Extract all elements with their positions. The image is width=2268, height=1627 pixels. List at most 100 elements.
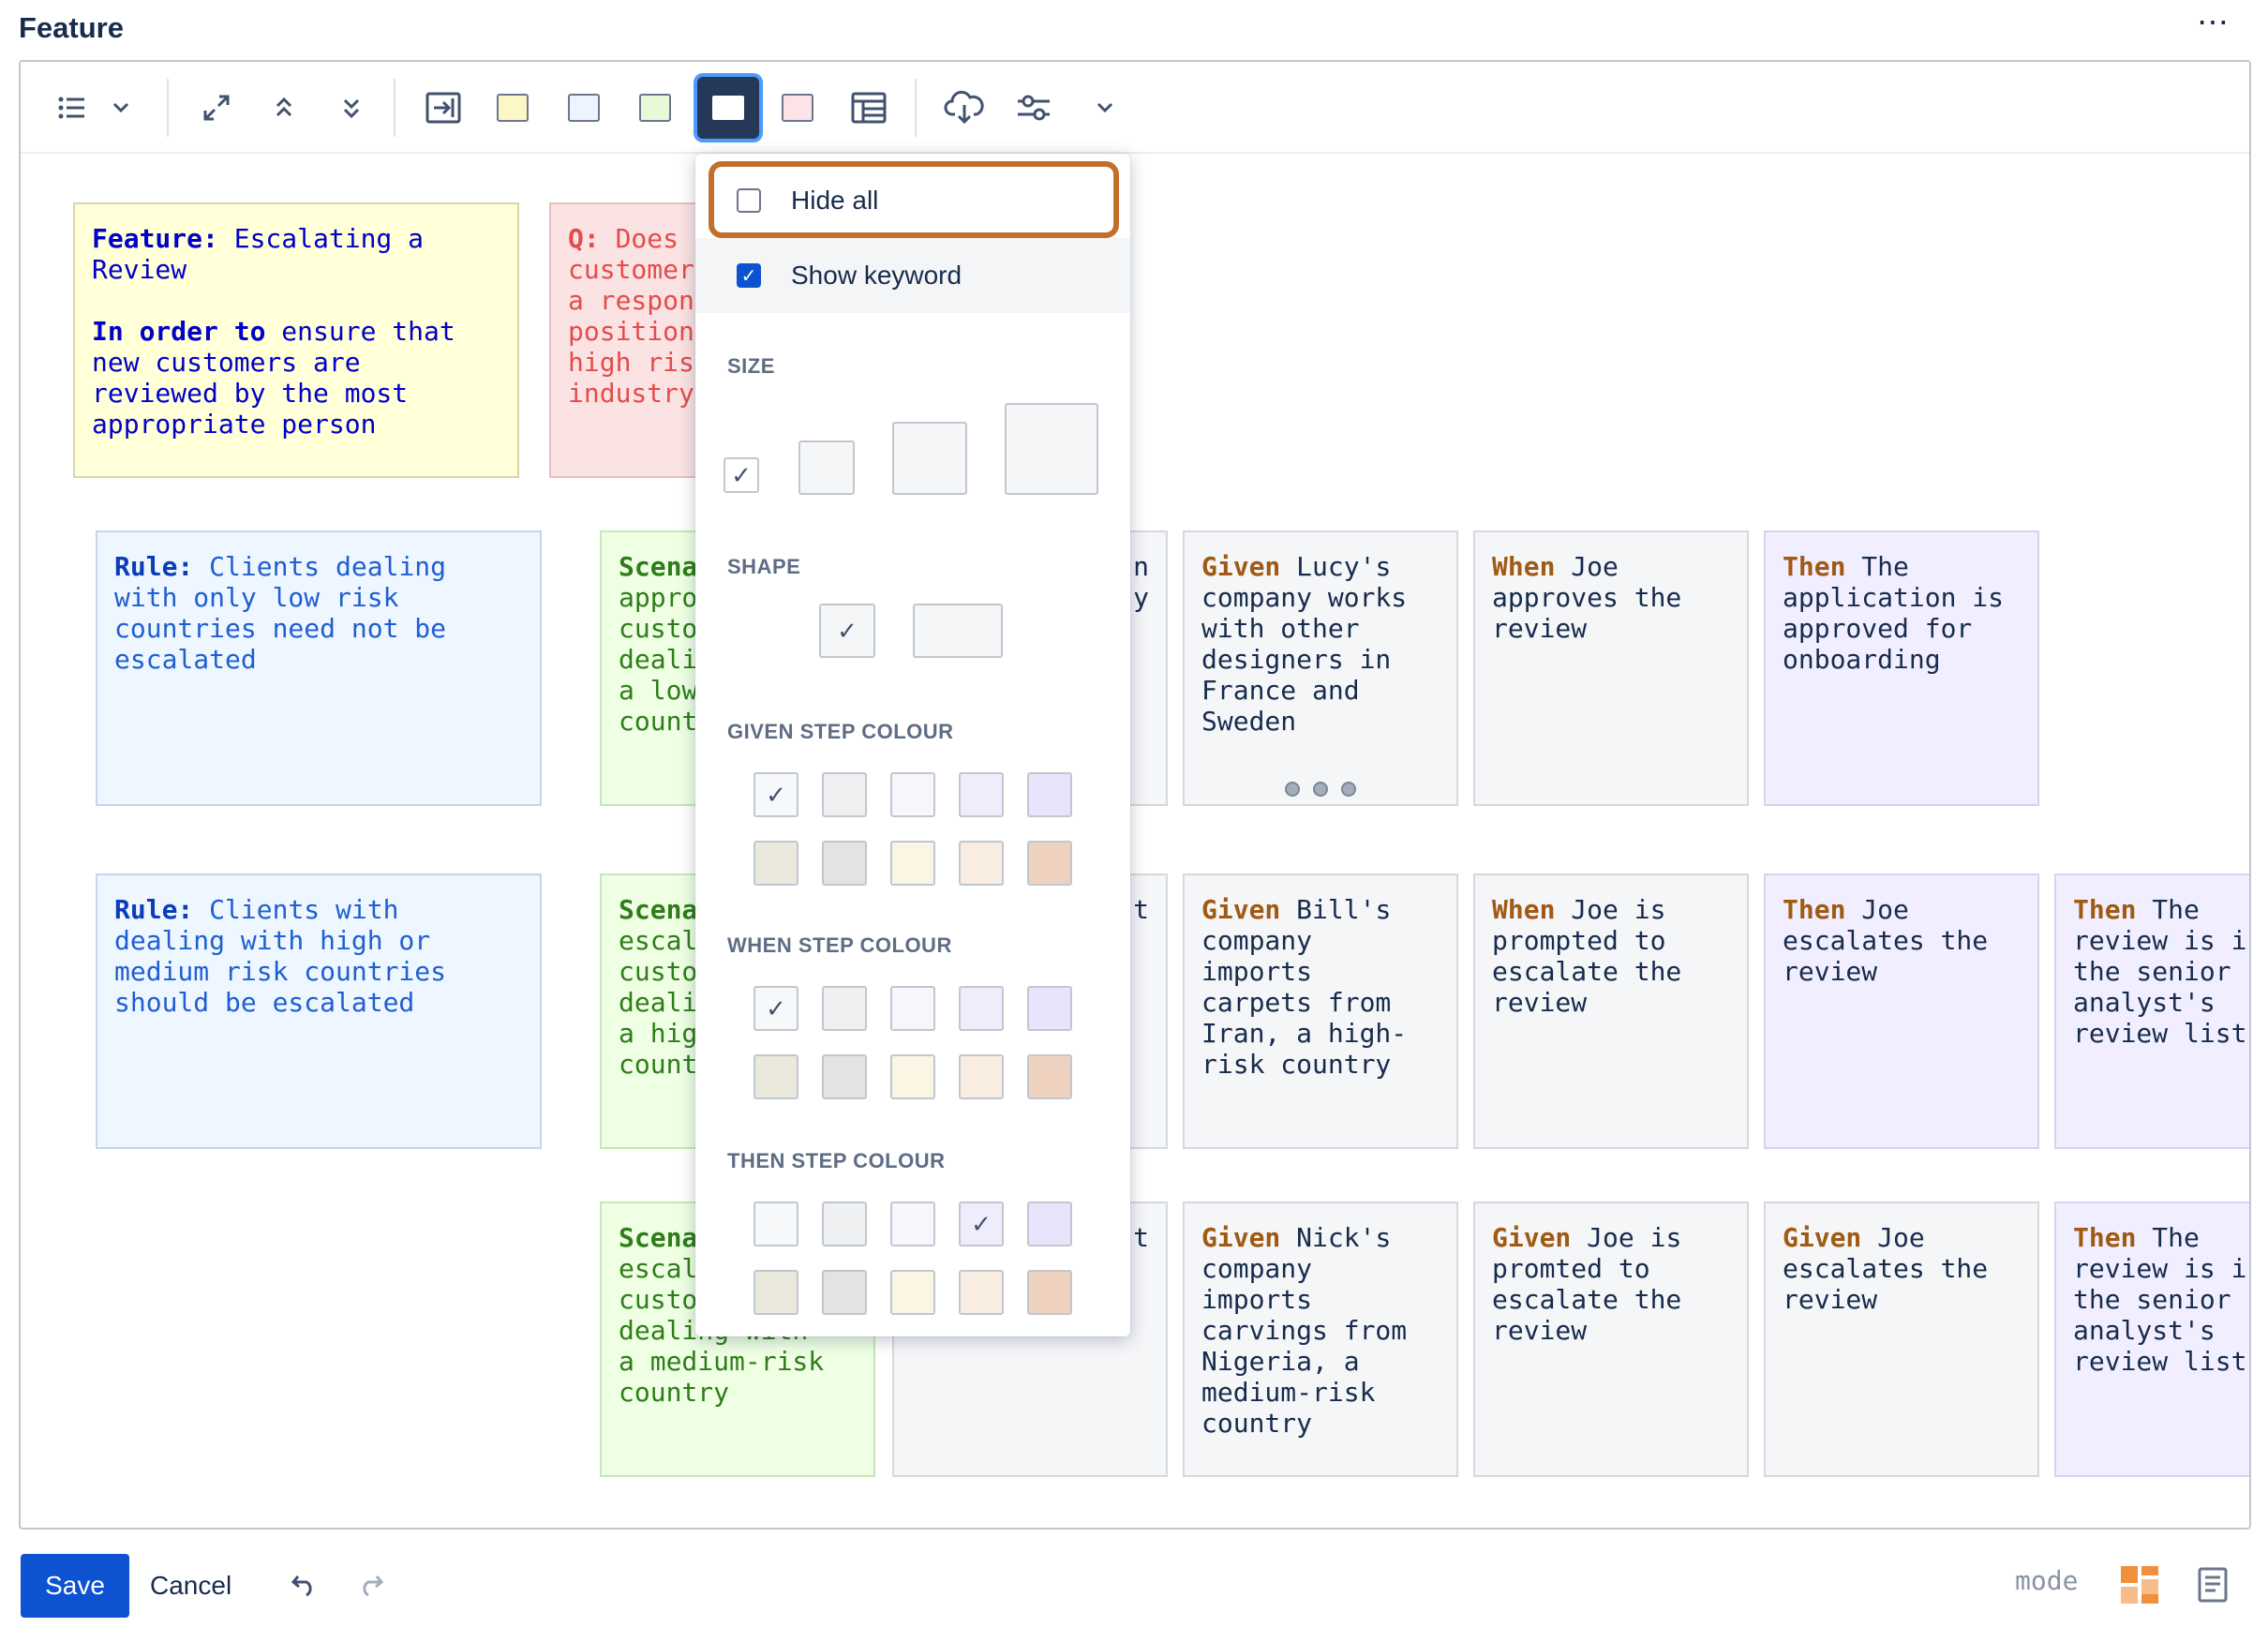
given-colour-swatch[interactable] — [959, 841, 1004, 886]
chevron-down-icon[interactable] — [96, 82, 146, 133]
highlight-outline — [709, 161, 1119, 238]
feature-card[interactable]: Feature: Escalating a Review In order to… — [73, 202, 519, 478]
size-large-option[interactable] — [892, 422, 967, 495]
when-colour-swatch[interactable] — [1027, 1054, 1072, 1099]
more-dots-icon[interactable] — [1185, 782, 1456, 797]
document-mode-icon[interactable] — [2189, 1561, 2236, 1608]
size-small-option[interactable]: ✓ — [724, 457, 759, 493]
export-icon[interactable] — [418, 82, 469, 133]
cloud-download-icon[interactable] — [939, 82, 990, 133]
toolbar — [21, 62, 2249, 154]
cancel-button[interactable]: Cancel — [150, 1554, 231, 1618]
step-text: Nick's company imports carvings from Nig… — [1201, 1222, 1408, 1439]
given-colour-swatch[interactable] — [890, 841, 935, 886]
given-colour-swatch[interactable]: ✓ — [754, 772, 798, 817]
given-step-card[interactable]: Given Joe escalates the review — [1764, 1202, 2039, 1477]
then-keyword: Then — [2073, 894, 2137, 925]
given-colour-swatch[interactable] — [822, 841, 867, 886]
when-keyword: When — [1492, 551, 1556, 582]
when-colour-swatch[interactable] — [754, 1054, 798, 1099]
card-style-icon — [712, 96, 744, 120]
given-step-card[interactable]: Given Bill's company imports carpets fro… — [1183, 873, 1458, 1149]
when-step-card[interactable]: When Joe approves the review — [1473, 530, 1749, 806]
undo-icon[interactable] — [281, 1561, 328, 1608]
chevron-down-icon[interactable] — [1080, 82, 1130, 133]
then-step-card[interactable]: Then The application is approved for onb… — [1764, 530, 2039, 806]
grid-mode-icon[interactable] — [2118, 1561, 2165, 1608]
then-colour-section-label: THEN STEP COLOUR — [727, 1149, 946, 1172]
size-xlarge-option[interactable] — [1005, 403, 1098, 495]
given-colour-swatch[interactable] — [1027, 841, 1072, 886]
when-colour-swatch[interactable]: ✓ — [754, 986, 798, 1031]
when-colour-swatch[interactable] — [822, 986, 867, 1031]
given-colour-swatch[interactable] — [890, 772, 935, 817]
scenario-keyword: Scena — [619, 894, 698, 925]
feature-keyword: Feature: — [92, 223, 218, 254]
rule-card[interactable]: Rule: Clients dealing with only low risk… — [96, 530, 542, 806]
feature-in-order-keyword: In order to — [92, 316, 266, 347]
expand-down-icon[interactable] — [326, 82, 377, 133]
card-style-button[interactable] — [697, 77, 759, 139]
then-keyword: Then — [1783, 894, 1846, 925]
when-colour-section-label: WHEN STEP COLOUR — [727, 933, 952, 957]
then-colour-swatch[interactable]: ✓ — [959, 1202, 1004, 1246]
when-colour-swatch[interactable] — [890, 1054, 935, 1099]
given-colour-swatch[interactable] — [959, 772, 1004, 817]
then-colour-swatch[interactable] — [754, 1202, 798, 1246]
when-colour-swatch[interactable] — [959, 986, 1004, 1031]
green-card-color[interactable] — [630, 82, 680, 133]
save-button[interactable]: Save — [21, 1554, 129, 1618]
settings-sliders-icon[interactable] — [1008, 82, 1059, 133]
redo-icon[interactable] — [347, 1561, 394, 1608]
shape-wide-option[interactable] — [913, 604, 1003, 658]
then-step-card[interactable]: Then Joe escalates the review — [1764, 873, 2039, 1149]
list-icon[interactable] — [47, 82, 97, 133]
then-keyword: Then — [2073, 1222, 2137, 1253]
scenario-keyword: Scena — [619, 551, 698, 582]
rule-card[interactable]: Rule: Clients with dealing with high or … — [96, 873, 542, 1149]
then-colour-swatch[interactable] — [822, 1202, 867, 1246]
more-options-icon[interactable]: ⋯ — [2197, 7, 2231, 38]
scenario-text: escal custo deali a hig count — [619, 925, 698, 1080]
when-step-card[interactable]: When Joe is prompted to escalate the rev… — [1473, 873, 1749, 1149]
step-text: n y — [1133, 551, 1149, 613]
table-icon[interactable] — [843, 82, 894, 133]
then-colour-swatch[interactable] — [1027, 1270, 1072, 1315]
then-keyword: Then — [1783, 551, 1846, 582]
toolbar-divider — [394, 79, 395, 137]
yellow-card-color[interactable] — [487, 82, 538, 133]
size-medium-option[interactable] — [798, 440, 855, 495]
given-step-card[interactable]: Given Lucy's company works with other de… — [1183, 530, 1458, 806]
card-style-dropdown: Hide all ✓ Show keyword SIZE ✓ SHAPE ✓ G… — [695, 154, 1130, 1336]
step-text: t — [1133, 1222, 1149, 1253]
then-colour-swatch[interactable] — [754, 1270, 798, 1315]
given-colour-swatch[interactable] — [822, 772, 867, 817]
page-title: Feature — [19, 11, 124, 44]
given-step-card[interactable]: Given Joe is promted to escalate the rev… — [1473, 1202, 1749, 1477]
show-keyword-checkbox[interactable]: ✓ — [737, 263, 761, 288]
then-step-card[interactable]: Then The review is i the senior analyst'… — [2054, 1202, 2249, 1477]
shape-section-label: SHAPE — [727, 555, 801, 578]
then-colour-swatch[interactable] — [822, 1270, 867, 1315]
when-colour-swatch[interactable] — [890, 986, 935, 1031]
then-colour-swatch[interactable] — [1027, 1202, 1072, 1246]
when-colour-swatch[interactable] — [959, 1054, 1004, 1099]
then-step-card[interactable]: Then The review is i the senior analyst'… — [2054, 873, 2249, 1149]
then-colour-swatch[interactable] — [890, 1202, 935, 1246]
toolbar-divider — [915, 79, 917, 137]
shape-square-option[interactable]: ✓ — [819, 604, 875, 658]
when-colour-swatch[interactable] — [822, 1054, 867, 1099]
then-colour-swatch[interactable] — [959, 1270, 1004, 1315]
pink-card-color[interactable] — [772, 82, 823, 133]
expand-icon[interactable] — [191, 82, 242, 133]
given-keyword: Given — [1201, 551, 1281, 582]
when-colour-swatch[interactable] — [1027, 986, 1072, 1031]
given-colour-swatch[interactable] — [1027, 772, 1072, 817]
given-colour-swatch[interactable] — [754, 841, 798, 886]
blue-card-color[interactable] — [559, 82, 609, 133]
given-step-card[interactable]: Given Nick's company imports carvings fr… — [1183, 1202, 1458, 1477]
show-keyword-option[interactable]: ✓ Show keyword — [695, 238, 1130, 313]
rule-keyword: Rule: — [114, 551, 194, 582]
collapse-up-icon[interactable] — [259, 82, 309, 133]
then-colour-swatch[interactable] — [890, 1270, 935, 1315]
